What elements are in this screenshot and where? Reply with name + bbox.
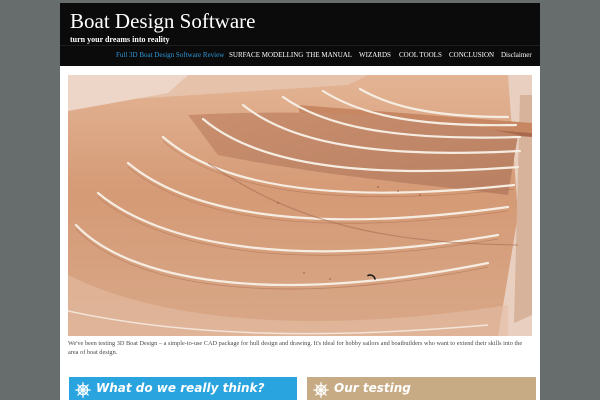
boat-hull-photo — [68, 75, 532, 336]
hero-image — [68, 75, 532, 336]
nav-item-disclaimer[interactable]: Disclaimer — [501, 51, 532, 60]
panel-what-do-we-think[interactable]: What do we really think? — [69, 377, 297, 400]
nav-item-full-3d-boat-design-review[interactable]: Full 3D Boat Design Software Review — [116, 51, 224, 60]
site-header: Boat Design Software turn your dreams in… — [60, 3, 540, 45]
site-title[interactable]: Boat Design Software — [70, 8, 255, 34]
panel-title: What do we really think? — [96, 381, 265, 395]
main-navigation: Full 3D Boat Design Software Review SURF… — [60, 45, 540, 66]
nav-item-cool-tools[interactable]: COOL TOOLS — [399, 51, 442, 60]
site-tagline: turn your dreams into reality — [70, 35, 170, 44]
ship-wheel-icon — [75, 382, 91, 398]
panel-our-testing[interactable]: Our testing — [307, 377, 536, 400]
loading-spinner-icon — [367, 274, 376, 280]
panel-title: Our testing — [334, 381, 411, 395]
page-container: Boat Design Software turn your dreams in… — [60, 3, 540, 400]
nav-item-surface-modelling[interactable]: SURFACE MODELLING — [229, 51, 303, 60]
intro-paragraph: We've been testing 3D Boat Design – a si… — [68, 340, 523, 356]
nav-item-the-manual[interactable]: THE MANUAL — [306, 51, 352, 60]
nav-item-wizards[interactable]: WIZARDS — [359, 51, 391, 60]
ship-wheel-icon — [313, 382, 329, 398]
nav-item-conclusion[interactable]: CONCLUSION — [449, 51, 494, 60]
